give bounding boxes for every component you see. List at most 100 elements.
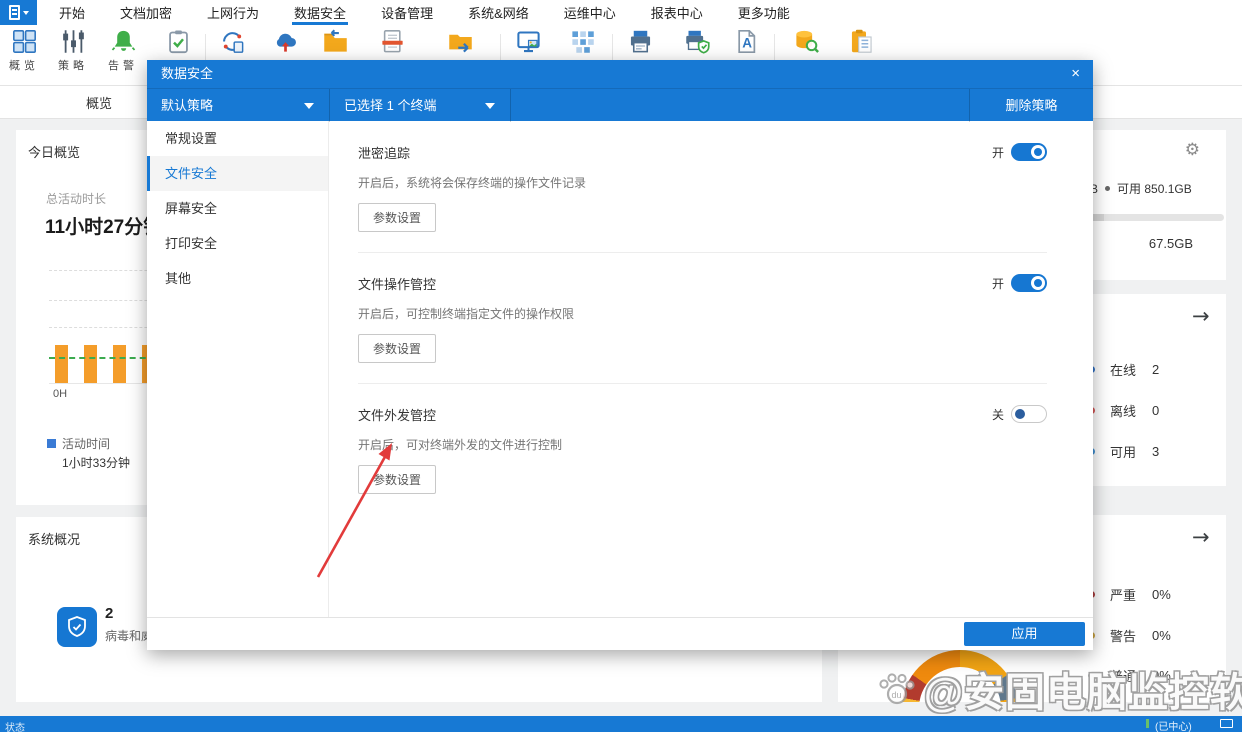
screen-image-icon: [515, 28, 542, 55]
dialog-footer: 应用: [147, 617, 1093, 650]
section-divider: [358, 252, 1047, 253]
row-label: 严重: [1110, 585, 1144, 604]
folder-restore-icon: [322, 28, 349, 55]
toggle-off-icon[interactable]: [1011, 405, 1047, 423]
param-settings-button-1[interactable]: 参数设置: [358, 203, 436, 232]
param-settings-button-3[interactable]: 参数设置: [358, 465, 436, 494]
legend-label: 活动时间: [62, 435, 110, 452]
document-redact-icon: [379, 28, 406, 55]
activity-bar: [84, 345, 97, 383]
file-outgoing-toggle[interactable]: 关: [992, 405, 1047, 423]
printer-shield-button[interactable]: [674, 28, 720, 55]
alert-row-normal: 普通 0%: [1088, 666, 1171, 685]
legend-value: 1小时33分钟: [62, 454, 130, 471]
menu-item-doc-encrypt[interactable]: 文档加密: [107, 0, 185, 25]
disk-bullet-icon: [1105, 186, 1110, 191]
row-value: 2: [1152, 362, 1159, 377]
app-menu-button[interactable]: [0, 0, 37, 25]
menu-item-report-center[interactable]: 报表中心: [638, 0, 716, 25]
alert-bell-icon: [110, 28, 137, 55]
gear-icon[interactable]: ⚙: [1185, 140, 1200, 160]
overview-grid-icon: [11, 28, 38, 55]
chart-legend: 活动时间: [47, 435, 110, 452]
section-desc: 开启后，系统将会保存终端的操作文件记录: [358, 174, 1047, 191]
clipboard-document-icon: [848, 28, 875, 55]
terminal-row-offline: 离线 0: [1088, 401, 1159, 420]
dialog-title-bar: 数据安全 ×: [147, 60, 1093, 88]
svg-text:A: A: [742, 36, 752, 51]
alert-row-warning: 警告 0%: [1088, 626, 1171, 645]
data-security-dialog: 数据安全 × 默认策略 已选择 1 个终端 删除策略 常规设置 文件安全 屏幕安…: [147, 60, 1093, 650]
tab-overview[interactable]: 概览: [72, 86, 126, 119]
menu-item-web-behavior[interactable]: 上网行为: [194, 0, 272, 25]
row-label: 可用: [1110, 442, 1144, 461]
file-operation-toggle[interactable]: 开: [992, 274, 1047, 292]
chevron-down-icon: [23, 11, 29, 15]
param-settings-button-2[interactable]: 参数设置: [358, 334, 436, 363]
menu-item-ops-center[interactable]: 运维中心: [551, 0, 629, 25]
mosaic-blur-icon: [569, 28, 596, 55]
dialog-filter-bar: 默认策略 已选择 1 个终端 删除策略: [147, 88, 1093, 121]
leak-trace-toggle[interactable]: 开: [992, 143, 1047, 161]
menu-bar: 开始 文档加密 上网行为 数据安全 设备管理 系统&网络 运维中心 报表中心 更…: [0, 0, 1242, 25]
folder-send-button[interactable]: [437, 28, 483, 55]
apply-button[interactable]: 应用: [964, 622, 1085, 646]
row-value: 0%: [1152, 628, 1171, 643]
document-redact-button[interactable]: [369, 28, 415, 55]
section-divider: [358, 383, 1047, 384]
toolbar-label-overview: 概览: [1, 57, 47, 73]
delete-policy-button[interactable]: 删除策略: [970, 89, 1093, 122]
disk-used-value: 67.5GB: [1125, 236, 1193, 251]
policy-button[interactable]: 策略: [50, 28, 96, 73]
menu-item-more[interactable]: 更多功能: [725, 0, 803, 25]
folder-restore-button[interactable]: [312, 28, 358, 55]
status-right-label: (已中心): [1155, 718, 1192, 732]
menu-item-start[interactable]: 开始: [46, 0, 98, 25]
audit-clipboard-icon: [165, 28, 192, 55]
today-card-title: 今日概览: [28, 142, 80, 161]
mosaic-blur-button[interactable]: [559, 28, 605, 55]
section-desc: 开启后，可控制终端指定文件的操作权限: [358, 305, 1047, 322]
section-desc: 开启后，可对终端外发的文件进行控制: [358, 436, 1047, 453]
screen-image-button[interactable]: [505, 28, 551, 55]
printer-button[interactable]: [617, 28, 663, 55]
section-title-leak-trace: 泄密追踪: [358, 143, 410, 162]
audit-clipboard-button[interactable]: [155, 28, 201, 55]
toggle-on-icon[interactable]: [1011, 143, 1047, 161]
clipboard-document-button[interactable]: [838, 28, 884, 55]
close-icon[interactable]: ×: [1071, 60, 1080, 88]
status-bar: 状态 (已中心): [0, 716, 1242, 732]
overview-grid-button[interactable]: 概览: [1, 28, 47, 73]
shield-check-icon: [64, 614, 90, 640]
virus-threat-label: 病毒和威: [105, 627, 153, 644]
toggle-state-label: 关: [992, 406, 1004, 423]
menu-item-device-mgmt[interactable]: 设备管理: [368, 0, 446, 25]
sidebar-item-screen-security[interactable]: 屏幕安全: [147, 191, 328, 226]
cloud-upload-button[interactable]: [262, 28, 308, 55]
policy-dropdown[interactable]: 默认策略: [147, 89, 329, 122]
sidebar-item-print-security[interactable]: 打印安全: [147, 226, 328, 261]
document-a-button[interactable]: A: [723, 28, 769, 55]
menu-item-system-network[interactable]: 系统&网络: [455, 0, 542, 25]
database-search-button[interactable]: [783, 28, 829, 55]
sync-clipboard-button[interactable]: [209, 28, 255, 55]
sidebar-item-general[interactable]: 常规设置: [147, 121, 328, 156]
sidebar-item-file-security[interactable]: 文件安全: [147, 156, 328, 191]
chevron-down-icon: [485, 103, 495, 109]
terminal-dropdown[interactable]: 已选择 1 个终端: [330, 89, 510, 122]
sync-clipboard-icon: [219, 28, 246, 55]
alert-button[interactable]: 告警: [100, 28, 146, 73]
policy-dropdown-value: 默认策略: [161, 89, 213, 122]
status-green-bar-icon: [1146, 719, 1149, 728]
dialog-sidebar: 常规设置 文件安全 屏幕安全 打印安全 其他: [147, 121, 329, 617]
sidebar-item-other[interactable]: 其他: [147, 261, 328, 296]
toggle-on-icon[interactable]: [1011, 274, 1047, 292]
arrow-right-icon[interactable]: →: [1192, 525, 1210, 549]
row-label: 在线: [1110, 360, 1144, 379]
alert-row-critical: 严重 0%: [1088, 585, 1171, 604]
document-a-icon: A: [733, 28, 760, 55]
virus-threat-tile[interactable]: [57, 607, 97, 647]
menu-item-data-security[interactable]: 数据安全: [281, 0, 359, 25]
row-value: 0%: [1152, 587, 1171, 602]
arrow-right-icon[interactable]: →: [1192, 304, 1210, 328]
